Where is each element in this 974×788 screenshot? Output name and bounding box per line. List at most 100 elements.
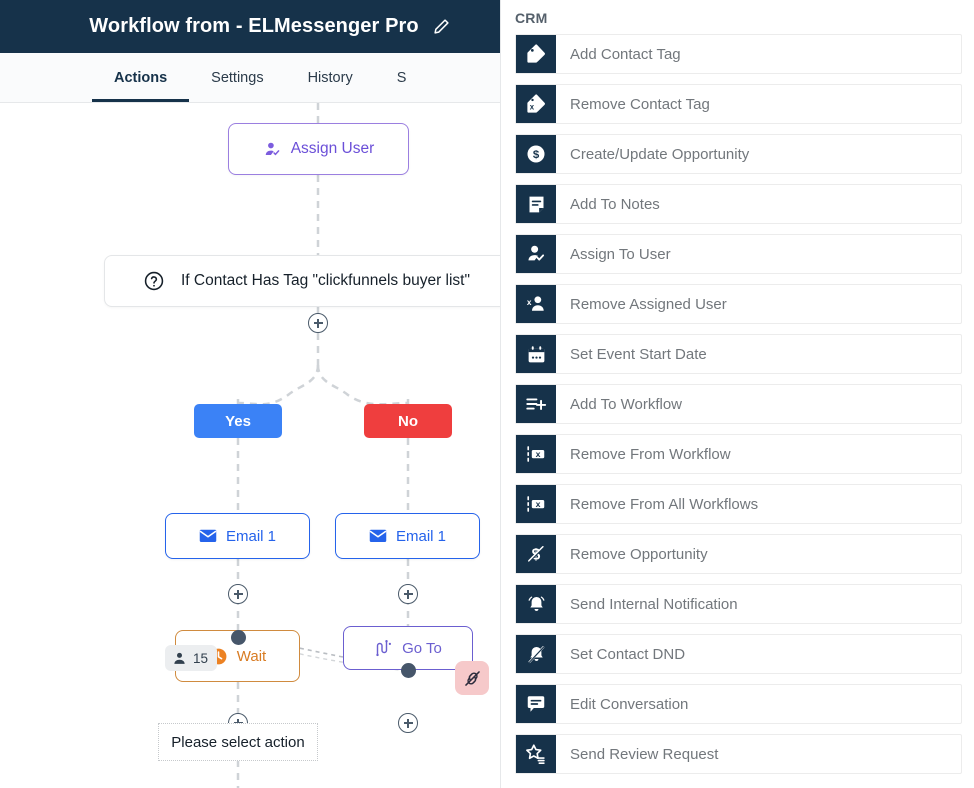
list-remove-icon: x <box>516 485 556 523</box>
branch-yes-label: Yes <box>225 412 251 430</box>
node-assign-user-label: Assign User <box>290 140 375 157</box>
flow-connectors <box>236 103 410 788</box>
panel-title: CRM <box>515 10 548 26</box>
flow-canvas[interactable]: Assign User If Contact Has Tag "clickfun… <box>0 103 500 788</box>
action-item-remove-from-workflow[interactable]: x Remove From Workflow <box>515 434 962 474</box>
action-item-remove-contact-tag[interactable]: x Remove Contact Tag <box>515 84 962 124</box>
calendar-icon <box>516 335 556 373</box>
tab-history[interactable]: History <box>286 53 375 102</box>
add-step-button-5[interactable] <box>398 713 418 733</box>
svg-text:x: x <box>536 499 541 509</box>
branch-yes[interactable]: Yes <box>194 404 282 438</box>
chat-edit-icon <box>516 685 556 723</box>
node-assign-user[interactable]: Assign User <box>228 123 409 175</box>
node-condition-label: If Contact Has Tag "clickfunnels buyer l… <box>181 272 470 289</box>
action-label: Remove Assigned User <box>570 295 727 313</box>
note-icon <box>516 185 556 223</box>
svg-text:x: x <box>536 449 541 459</box>
node-email-yes-label: Email 1 <box>225 527 277 545</box>
action-item-assign-to-user[interactable]: Assign To User <box>515 234 962 274</box>
assign-user-icon <box>263 140 282 159</box>
bell-icon <box>516 585 556 623</box>
goto-icon <box>374 639 393 657</box>
page-title: Workflow from - ELMessenger Pro <box>89 15 419 37</box>
action-item-remove-opportunity[interactable]: $ Remove Opportunity <box>515 534 962 574</box>
user-check-icon <box>516 235 556 273</box>
action-item-send-internal-notification[interactable]: Send Internal Notification <box>515 584 962 624</box>
node-goto-label: Go To <box>402 639 442 657</box>
action-item-create-update-opportunity[interactable]: $ Create/Update Opportunity <box>515 134 962 174</box>
envelope-icon <box>199 529 217 543</box>
workflow-builder-app: Workflow from - ELMessenger Pro Actions … <box>0 0 974 788</box>
action-item-add-contact-tag[interactable]: Add Contact Tag <box>515 34 962 74</box>
tab-actions[interactable]: Actions <box>92 53 190 102</box>
envelope-icon <box>369 529 387 543</box>
action-label: Set Contact DND <box>570 645 686 663</box>
app-header: Workflow from - ELMessenger Pro <box>0 0 500 53</box>
select-action-text: Please select action <box>171 733 305 751</box>
action-item-set-event-start-date[interactable]: Set Event Start Date <box>515 334 962 374</box>
svg-text:x: x <box>527 298 532 307</box>
branch-no-label: No <box>398 412 418 430</box>
action-item-remove-assigned-user[interactable]: x Remove Assigned User <box>515 284 962 324</box>
tag-remove-icon: x <box>516 85 556 123</box>
unlink-icon[interactable] <box>455 661 489 695</box>
tab-status[interactable]: S <box>375 53 429 102</box>
add-step-button-2[interactable] <box>228 584 248 604</box>
action-item-add-to-notes[interactable]: Add To Notes <box>515 184 962 224</box>
contact-count-value: 15 <box>193 650 209 666</box>
node-email-yes[interactable]: Email 1 <box>165 513 310 559</box>
branch-no[interactable]: No <box>364 404 452 438</box>
connector-dot-goto[interactable] <box>401 663 416 678</box>
action-label: Add To Notes <box>570 195 660 213</box>
action-label: Add Contact Tag <box>570 45 681 63</box>
action-label: Remove Contact Tag <box>570 95 710 113</box>
tag-add-icon <box>516 35 556 73</box>
contact-count-badge[interactable]: 15 <box>165 645 218 671</box>
add-step-button-1[interactable] <box>308 313 328 333</box>
action-item-remove-from-all-workflows[interactable]: x Remove From All Workflows <box>515 484 962 524</box>
tab-settings[interactable]: Settings <box>189 53 285 102</box>
tab-history-label: History <box>307 69 353 86</box>
action-item-send-review-request[interactable]: Send Review Request <box>515 734 962 774</box>
dollar-slash-icon: $ <box>516 535 556 573</box>
star-review-icon <box>516 735 556 773</box>
action-label: Send Internal Notification <box>570 595 738 613</box>
node-condition[interactable]: If Contact Has Tag "clickfunnels buyer l… <box>104 255 500 307</box>
action-item-set-contact-dnd[interactable]: Set Contact DND <box>515 634 962 674</box>
action-label: Remove From Workflow <box>570 445 731 463</box>
action-label: Add To Workflow <box>570 395 682 413</box>
action-label: Remove From All Workflows <box>570 495 759 513</box>
user-remove-icon: x <box>516 285 556 323</box>
add-step-button-3[interactable] <box>398 584 418 604</box>
select-action-tooltip: Please select action <box>158 723 318 761</box>
action-label: Set Event Start Date <box>570 345 707 363</box>
action-label: Assign To User <box>570 245 671 263</box>
action-label: Remove Opportunity <box>570 545 708 563</box>
tab-actions-label: Actions <box>114 69 168 86</box>
action-picker-panel: CRM Add Contact Tag x Remove Contact Tag… <box>500 0 974 788</box>
action-item-add-to-workflow[interactable]: Add To Workflow <box>515 384 962 424</box>
action-label: Send Review Request <box>570 745 719 763</box>
action-item-edit-conversation[interactable]: Edit Conversation <box>515 684 962 724</box>
list-remove-icon: x <box>516 435 556 473</box>
bell-slash-icon <box>516 635 556 673</box>
node-wait-label: Wait <box>236 647 267 665</box>
tab-settings-label: Settings <box>211 69 264 86</box>
pencil-icon[interactable] <box>433 18 451 36</box>
tab-status-label: S <box>396 69 407 86</box>
action-label: Create/Update Opportunity <box>570 145 750 163</box>
svg-text:x: x <box>530 103 535 112</box>
node-email-no-label: Email 1 <box>395 527 447 545</box>
node-email-no[interactable]: Email 1 <box>335 513 480 559</box>
tab-bar: Actions Settings History S <box>0 53 500 103</box>
svg-text:$: $ <box>533 149 540 161</box>
list-add-icon <box>516 385 556 423</box>
workflow-canvas-pane: Workflow from - ELMessenger Pro Actions … <box>0 0 500 788</box>
connector-dot-wait[interactable] <box>231 630 246 645</box>
person-icon <box>172 651 187 666</box>
dollar-circle-icon: $ <box>516 135 556 173</box>
action-list: Add Contact Tag x Remove Contact Tag $ C… <box>501 34 974 774</box>
action-label: Edit Conversation <box>570 695 689 713</box>
question-mark-icon <box>143 270 165 292</box>
